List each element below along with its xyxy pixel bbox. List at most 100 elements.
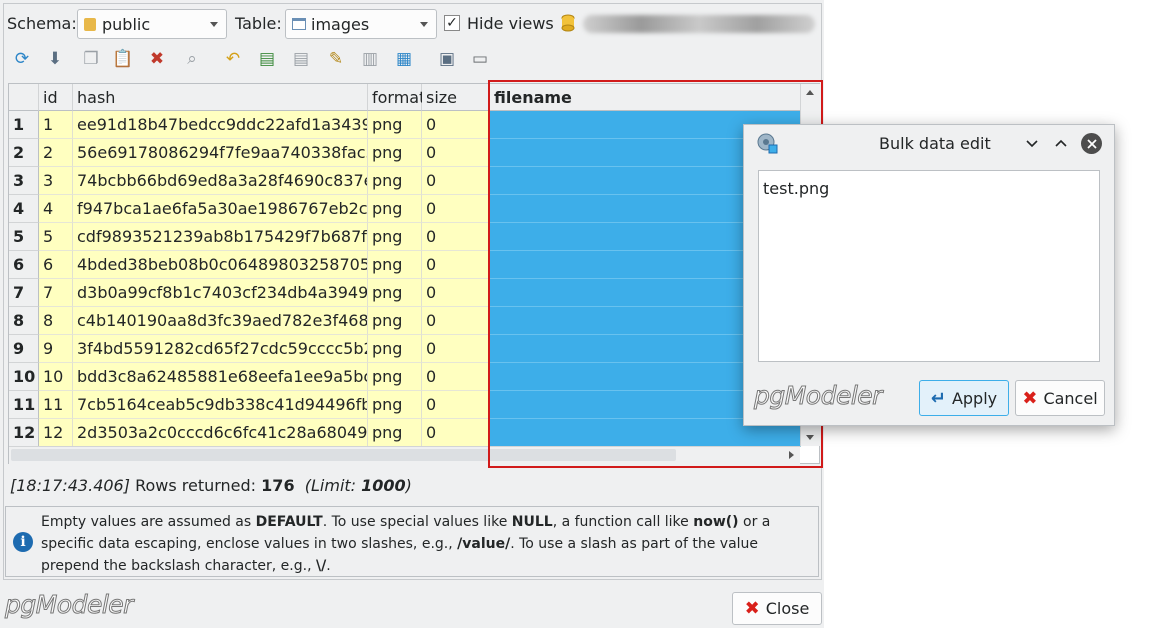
- row-number[interactable]: 6: [9, 251, 39, 279]
- cell-size[interactable]: 0: [422, 391, 490, 419]
- cell-size[interactable]: 0: [422, 167, 490, 195]
- cell-format[interactable]: png: [368, 391, 422, 419]
- cell-hash[interactable]: 4bded38beb08b0c064898032587057bc: [73, 251, 368, 279]
- status-rows-label: Rows returned:: [135, 476, 257, 495]
- cell-hash[interactable]: cdf9893521239ab8b175429f7b687f73: [73, 223, 368, 251]
- cell-format[interactable]: png: [368, 419, 422, 447]
- column-header-format[interactable]: format: [368, 84, 425, 111]
- cell-size[interactable]: 0: [422, 251, 490, 279]
- cell-format[interactable]: png: [368, 223, 422, 251]
- paste-icon[interactable]: 📋: [112, 48, 134, 70]
- column-header-size[interactable]: size: [422, 84, 490, 111]
- duplicate-row-icon[interactable]: ❐: [80, 48, 102, 70]
- cell-hash[interactable]: 7cb5164ceab5c9db338c41d94496fb05: [73, 391, 368, 419]
- truncate-icon[interactable]: ▭: [469, 48, 491, 70]
- column-header-id[interactable]: id: [39, 84, 73, 111]
- chevron-down-icon: [1026, 140, 1038, 148]
- cell-size[interactable]: 0: [422, 223, 490, 251]
- close-button[interactable]: ✖ Close: [732, 592, 822, 625]
- row-number[interactable]: 11: [9, 391, 39, 419]
- cell-hash[interactable]: d3b0a99cf8b1c7403cf234db4a394958: [73, 279, 368, 307]
- dialog-title: Bulk data edit: [879, 134, 991, 153]
- cell-size[interactable]: 0: [422, 195, 490, 223]
- copy-rows-icon[interactable]: ▤: [290, 48, 312, 70]
- cancel-button[interactable]: ✖ Cancel: [1015, 380, 1105, 416]
- cell-size[interactable]: 0: [422, 363, 490, 391]
- apply-button[interactable]: ↵ Apply: [919, 380, 1009, 416]
- dialog-titlebar: Bulk data edit: [744, 125, 1114, 161]
- row-number[interactable]: 5: [9, 223, 39, 251]
- row-number[interactable]: 3: [9, 167, 39, 195]
- table-combo[interactable]: images: [285, 9, 437, 39]
- undo-icon[interactable]: ↶: [222, 48, 244, 70]
- browse-icon[interactable]: ▦: [393, 48, 415, 70]
- table-value: images: [311, 14, 370, 34]
- save-icon[interactable]: ▣: [436, 48, 458, 70]
- cell-format[interactable]: png: [368, 167, 422, 195]
- cell-size[interactable]: 0: [422, 335, 490, 363]
- bulk-value-textarea[interactable]: test.png: [758, 170, 1100, 362]
- cell-format[interactable]: png: [368, 279, 422, 307]
- cell-format[interactable]: png: [368, 251, 422, 279]
- bulk-edit-icon[interactable]: ✎: [325, 48, 347, 70]
- cell-id[interactable]: 9: [39, 335, 73, 363]
- cell-hash[interactable]: f947bca1ae6fa5a30ae1986767eb2c01: [73, 195, 368, 223]
- cell-id[interactable]: 7: [39, 279, 73, 307]
- cell-id[interactable]: 1: [39, 111, 73, 139]
- info-icon: i: [13, 532, 33, 552]
- cell-id[interactable]: 11: [39, 391, 73, 419]
- cell-hash[interactable]: 74bcbb66bd69ed8a3a28f4690c837eb0: [73, 167, 368, 195]
- cancel-button-label: Cancel: [1043, 388, 1098, 408]
- cell-size[interactable]: 0: [422, 111, 490, 139]
- cell-format[interactable]: png: [368, 335, 422, 363]
- cell-id[interactable]: 4: [39, 195, 73, 223]
- export-icon[interactable]: ⬇: [44, 48, 66, 70]
- cell-id[interactable]: 12: [39, 419, 73, 447]
- cell-hash[interactable]: bdd3c8a62485881e68eefa1ee9a5bcd5: [73, 363, 368, 391]
- cell-format[interactable]: png: [368, 363, 422, 391]
- row-number[interactable]: 8: [9, 307, 39, 335]
- cell-size[interactable]: 0: [422, 279, 490, 307]
- refresh-icon[interactable]: ⟳: [11, 48, 33, 70]
- cell-id[interactable]: 3: [39, 167, 73, 195]
- row-number[interactable]: 12: [9, 419, 39, 447]
- column-header-hash[interactable]: hash: [73, 84, 368, 111]
- row-number[interactable]: 9: [9, 335, 39, 363]
- cell-size[interactable]: 0: [422, 419, 490, 447]
- delete-rows-icon[interactable]: ✖: [146, 48, 168, 70]
- hide-views-label: Hide views: [467, 14, 554, 33]
- cell-hash[interactable]: ee91d18b47bedcc9ddc22afd1a3439ea: [73, 111, 368, 139]
- cell-format[interactable]: png: [368, 139, 422, 167]
- cell-hash[interactable]: 3f4bd5591282cd65f27cdc59cccc5b25: [73, 335, 368, 363]
- row-number[interactable]: 1: [9, 111, 39, 139]
- clear-icon[interactable]: ▥: [359, 48, 381, 70]
- cell-id[interactable]: 6: [39, 251, 73, 279]
- minimize-button[interactable]: [1022, 133, 1042, 153]
- hide-views-checkbox[interactable]: ✓: [444, 15, 460, 31]
- row-number[interactable]: 2: [9, 139, 39, 167]
- schema-combo[interactable]: public: [77, 9, 227, 39]
- row-number[interactable]: 4: [9, 195, 39, 223]
- cell-size[interactable]: 0: [422, 139, 490, 167]
- cell-id[interactable]: 5: [39, 223, 73, 251]
- cell-format[interactable]: png: [368, 111, 422, 139]
- chevron-up-icon: [1055, 139, 1067, 147]
- search-icon[interactable]: ⌕: [181, 48, 203, 70]
- cell-id[interactable]: 8: [39, 307, 73, 335]
- cell-format[interactable]: png: [368, 195, 422, 223]
- cell-hash[interactable]: c4b140190aa8d3fc39aed782e3f4683f: [73, 307, 368, 335]
- cell-size[interactable]: 0: [422, 307, 490, 335]
- cell-hash[interactable]: 56e69178086294f7fe9aa740338fac52: [73, 139, 368, 167]
- row-number[interactable]: 7: [9, 279, 39, 307]
- table-label: Table:: [235, 14, 282, 33]
- cell-format[interactable]: png: [368, 307, 422, 335]
- row-number[interactable]: 10: [9, 363, 39, 391]
- cell-hash[interactable]: 2d3503a2c0cccd6c6fc41c28a68049ee: [73, 419, 368, 447]
- schema-value: public: [102, 14, 151, 34]
- cell-id[interactable]: 10: [39, 363, 73, 391]
- maximize-button[interactable]: [1051, 133, 1071, 153]
- add-row-icon[interactable]: ▤: [256, 48, 278, 70]
- cell-id[interactable]: 2: [39, 139, 73, 167]
- dialog-pgmodeler-logo: pgModeler: [754, 381, 883, 411]
- dialog-close-button[interactable]: [1081, 133, 1102, 154]
